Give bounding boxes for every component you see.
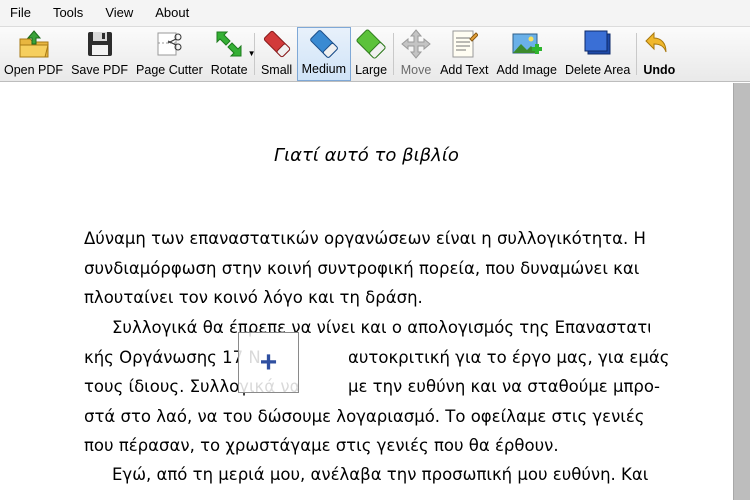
undo-label: Undo bbox=[643, 63, 676, 77]
red-eraser-icon bbox=[261, 28, 293, 60]
text-line: Δύναμη των επαναστατικών οργανώσεων είνα… bbox=[84, 229, 646, 248]
rotate-dropdown-caret-icon[interactable]: ▼ bbox=[248, 49, 256, 58]
text-document-icon bbox=[448, 28, 480, 60]
menu-view[interactable]: View bbox=[94, 0, 144, 26]
plus-icon: + bbox=[259, 345, 278, 379]
text-line: συνδιαμόρφωση στην κοινή συντροφική πορε… bbox=[84, 258, 640, 278]
text-fragment: αυτοκριτική για το έργο μας, για εμάς bbox=[348, 347, 670, 367]
paragraph: Δύναμη των επαναστατικών οργανώσεων είνα… bbox=[84, 224, 650, 313]
text-fragment: με την ευθύνη και να σταθούμε μπρο- bbox=[348, 377, 660, 396]
rotate-button[interactable]: Rotate ▼ bbox=[207, 27, 256, 81]
menu-bar: File Tools View About bbox=[0, 0, 750, 26]
small-label: Small bbox=[260, 63, 293, 77]
rotate-label: Rotate bbox=[210, 63, 248, 77]
toolbar-separator bbox=[636, 33, 638, 75]
paragraph: Συλλογικά θα έπρεπε να νίνει και ο απολο… bbox=[84, 313, 670, 461]
move-arrows-icon bbox=[400, 28, 432, 60]
rotate-arrows-icon bbox=[213, 28, 245, 60]
add-text-label: Add Text bbox=[440, 63, 489, 77]
text-line: κής Οργάνωσης 17 Ν αυτοκριτική για το έργ… bbox=[84, 343, 670, 373]
text-line: στά στο λαό, να του δώσουμε λογαριασμό. … bbox=[84, 406, 645, 426]
scissors-icon bbox=[153, 28, 185, 60]
move-button[interactable]: Move bbox=[396, 27, 436, 81]
page-cutter-button[interactable]: Page Cutter bbox=[132, 27, 207, 81]
text-line: τους ίδιους. Συλλογικά να με την ευθύνη κ… bbox=[84, 372, 660, 402]
eraser-small-button[interactable]: Small bbox=[257, 27, 297, 81]
medium-label: Medium bbox=[301, 62, 347, 76]
add-image-button[interactable]: Add Image bbox=[492, 27, 560, 81]
move-label: Move bbox=[400, 63, 432, 77]
menu-tools[interactable]: Tools bbox=[42, 0, 94, 26]
undo-arrow-icon bbox=[643, 28, 675, 60]
text-line: πλουταίνει τον κοινό λόγο και τη δράση. bbox=[84, 288, 423, 307]
add-image-label: Add Image bbox=[496, 63, 557, 77]
delete-area-button[interactable]: Delete Area bbox=[561, 27, 634, 81]
add-text-cursor: + bbox=[238, 332, 299, 393]
open-pdf-label: Open PDF bbox=[4, 63, 64, 77]
undo-button[interactable]: Undo bbox=[639, 27, 679, 81]
text-line: Εγώ, από τη μεριά μου, ανέλαβα την προσω… bbox=[112, 465, 649, 484]
toolbar-separator bbox=[393, 33, 395, 75]
text-line: Συλλογικά θα έπρεπε να νίνει και ο απολο… bbox=[112, 318, 650, 337]
vertical-scrollbar[interactable] bbox=[733, 83, 750, 500]
menu-file[interactable]: File bbox=[0, 0, 42, 26]
eraser-medium-button[interactable]: Medium bbox=[296, 27, 352, 81]
erased-area bbox=[299, 349, 349, 407]
floppy-disk-icon bbox=[84, 28, 116, 60]
open-pdf-button[interactable]: Open PDF bbox=[0, 27, 67, 81]
green-eraser-icon bbox=[355, 28, 387, 60]
save-pdf-button[interactable]: Save PDF bbox=[67, 27, 132, 81]
text-fragment: κής Οργάνωσης 17 Ν bbox=[84, 347, 261, 367]
open-folder-icon bbox=[18, 28, 50, 60]
large-label: Large bbox=[355, 63, 388, 77]
eraser-large-button[interactable]: Large bbox=[351, 27, 391, 81]
add-text-button[interactable]: Add Text bbox=[436, 27, 492, 81]
page-title: Γιατί αυτό το βιβλίο bbox=[274, 145, 459, 166]
save-pdf-label: Save PDF bbox=[71, 63, 129, 77]
paragraph: Εγώ, από τη μεριά μου, ανέλαβα την προσω… bbox=[84, 460, 650, 490]
delete-area-icon bbox=[582, 28, 614, 60]
delete-area-label: Delete Area bbox=[564, 63, 631, 77]
page-cutter-label: Page Cutter bbox=[136, 63, 203, 77]
document-page[interactable]: Γιατί αυτό το βιβλίο Δύναμη των επαναστα… bbox=[0, 83, 733, 500]
menu-about[interactable]: About bbox=[144, 0, 200, 26]
blue-eraser-icon bbox=[308, 28, 340, 59]
toolbar: Open PDF Save PDF Page Cutter Rotate ▼ S… bbox=[0, 26, 750, 82]
add-image-icon bbox=[511, 28, 543, 60]
text-line: που πέρασαν, το χρωστάγαμε στις γενιές π… bbox=[84, 436, 559, 455]
